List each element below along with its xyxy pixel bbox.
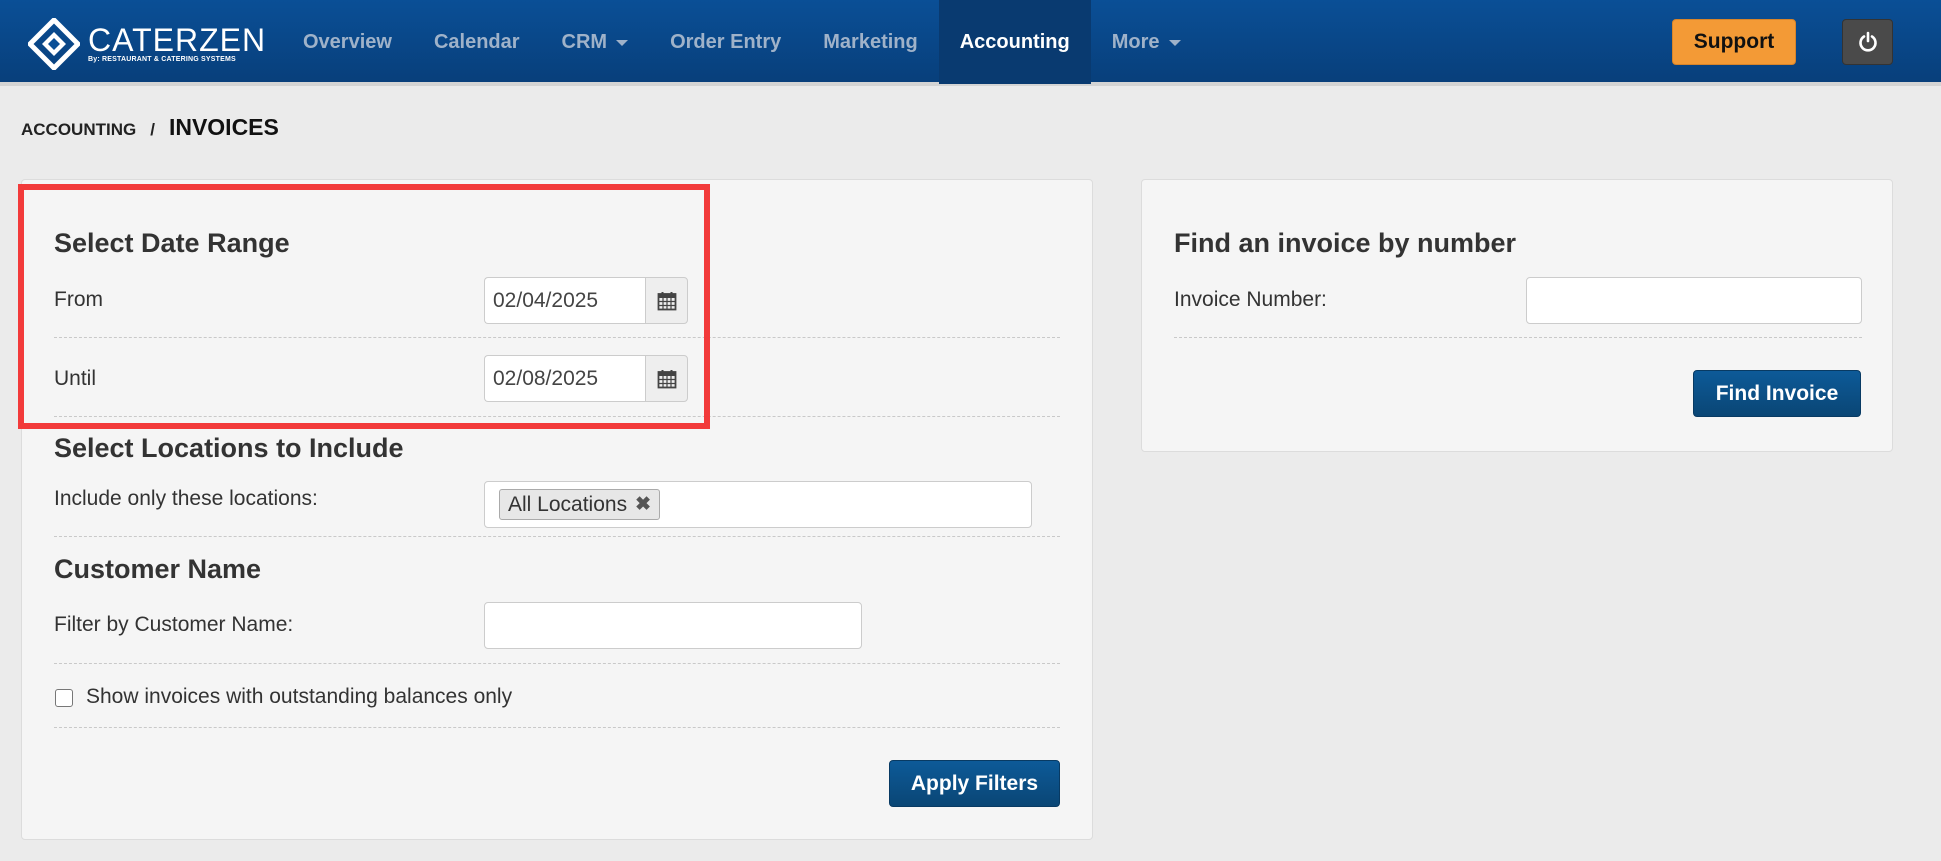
nav-item-label: Calendar: [433, 30, 520, 53]
location-tag: All Locations ✖: [499, 489, 660, 520]
caterzen-logo[interactable]: CATERZEN By: RESTAURANT & CATERING SYSTE…: [28, 18, 266, 70]
outstanding-balances-checkbox[interactable]: [55, 689, 73, 707]
nav-item-crm[interactable]: CRM: [541, 0, 650, 84]
invoice-number-input[interactable]: [1526, 277, 1862, 324]
nav-item-label: Overview: [303, 30, 392, 53]
nav-item-calendar[interactable]: Calendar: [413, 0, 541, 84]
nav-item-accounting[interactable]: Accounting: [938, 0, 1091, 84]
customer-name-title: Customer Name: [54, 554, 262, 584]
nav-item-label: More: [1111, 30, 1160, 53]
breadcrumb-separator: /: [150, 120, 155, 139]
nav-item-label: CRM: [561, 30, 608, 53]
nav-item-order-entry[interactable]: Order Entry: [649, 0, 802, 84]
find-invoice-button[interactable]: Find Invoice: [1693, 370, 1861, 417]
invoice-number-label: Invoice Number:: [1174, 288, 1327, 311]
chevron-down-icon: [616, 40, 629, 46]
locations-title: Select Locations to Include: [54, 433, 404, 463]
nav-item-label: Accounting: [959, 30, 1070, 53]
outstanding-balances-label: Show invoices with outstanding balances …: [86, 685, 513, 708]
divider: [54, 663, 1060, 664]
page-title: INVOICES: [168, 114, 279, 140]
locations-multiselect[interactable]: All Locations ✖: [484, 481, 1032, 528]
nav-item-label: Order Entry: [670, 30, 782, 53]
nav-item-more[interactable]: More: [1091, 0, 1202, 84]
nav-item-label: Marketing: [823, 30, 918, 53]
divider: [1174, 337, 1862, 338]
logout-button[interactable]: [1842, 19, 1893, 65]
breadcrumb: ACCOUNTING / INVOICES: [21, 114, 279, 141]
divider: [54, 727, 1060, 728]
brand-tagline: By: RESTAURANT & CATERING SYSTEMS: [88, 56, 236, 63]
power-icon: [1858, 31, 1877, 52]
customer-name-label: Filter by Customer Name:: [54, 613, 294, 636]
locations-label: Include only these locations:: [54, 487, 318, 510]
chevron-down-icon: [1168, 40, 1181, 46]
main-nav: Overview Calendar CRM Order Entry Market…: [282, 0, 1202, 84]
nav-item-marketing[interactable]: Marketing: [802, 0, 938, 84]
date-range-highlight-box: [18, 184, 710, 429]
find-invoice-title: Find an invoice by number: [1174, 228, 1517, 258]
divider: [54, 536, 1060, 537]
breadcrumb-accounting[interactable]: ACCOUNTING: [21, 120, 136, 140]
apply-filters-button[interactable]: Apply Filters: [889, 760, 1060, 807]
remove-tag-icon[interactable]: ✖: [635, 493, 651, 516]
top-navbar: CATERZEN By: RESTAURANT & CATERING SYSTE…: [0, 0, 1941, 86]
caterzen-logo-icon: [28, 18, 80, 70]
brand-name: CATERZEN: [88, 22, 267, 58]
support-button[interactable]: Support: [1672, 19, 1796, 65]
location-tag-label: All Locations: [508, 492, 628, 516]
nav-item-overview[interactable]: Overview: [282, 0, 413, 84]
customer-name-input[interactable]: [484, 602, 862, 649]
